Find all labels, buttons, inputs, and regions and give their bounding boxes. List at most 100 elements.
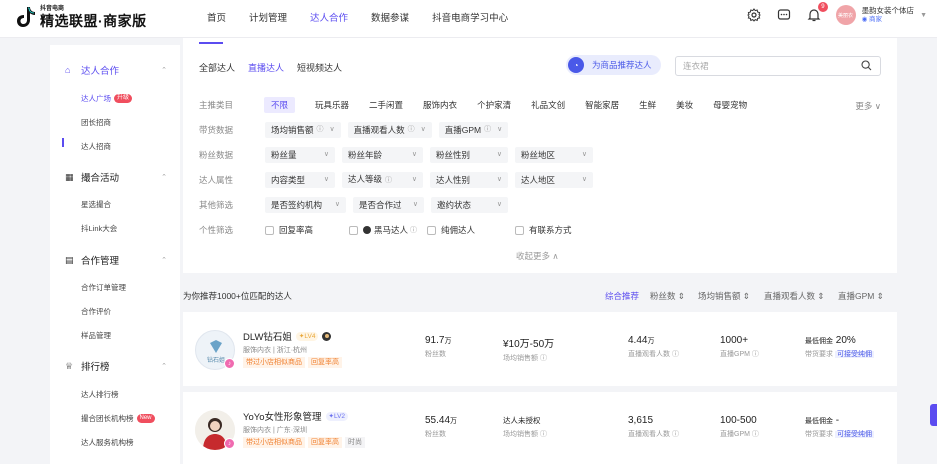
sidebar-group-cooperation-management[interactable]: ▤ 合作管理 ⌃ (65, 253, 167, 267)
stat-avg-sales: ¥10万-50万 场均销售额 ⓘ (503, 339, 555, 362)
sort-avg-sales[interactable]: 场均销售额 ⇕ (698, 290, 750, 302)
checkbox[interactable] (515, 225, 525, 235)
dark-horse-icon (322, 331, 332, 341)
dropdown-creator-gender[interactable]: 达人性别 ∨ (430, 172, 508, 188)
sidebar-group-creator-cooperation[interactable]: ⌂ 达人合作 ⌃ (65, 63, 167, 77)
chevron-down-icon: ∨ (412, 201, 418, 208)
sidebar-item-sample-management[interactable]: 样品管理 (81, 330, 111, 341)
chevron-down-icon: ∨ (420, 126, 426, 133)
sort-arrows-icon: ⇕ (742, 291, 751, 301)
dropdown-live-viewers[interactable]: 直播观看人数 ⓘ ∨ (347, 122, 432, 138)
dropdown-content-type[interactable]: 内容类型 ∨ (265, 172, 335, 188)
dropdown-signed-agency[interactable]: 是否签约机构 ∨ (265, 197, 346, 213)
tab-underline (199, 42, 223, 44)
sort-live-viewers[interactable]: 直播观看人数 ⇕ (764, 290, 825, 302)
dropdown-fans-gender[interactable]: 粉丝性别 ∨ (430, 147, 508, 163)
search-icon[interactable] (861, 60, 872, 71)
logo[interactable]: 抖音电商 精选联盟·商家版 (16, 6, 147, 28)
chevron-down-icon: ∨ (323, 151, 329, 158)
category-chip[interactable]: 不限 (264, 97, 296, 113)
checkbox[interactable] (265, 225, 274, 235)
collapse-filters-button[interactable]: 收起更多 ∧ (516, 250, 559, 262)
chevron-up-icon: ⌃ (161, 363, 167, 370)
chevron-down-icon: ∨ (334, 201, 340, 208)
nav-plan-management[interactable]: 计划管理 (249, 0, 287, 38)
notification-bell-icon[interactable]: 9 (806, 2, 828, 23)
recommend-for-product-button[interactable]: ◔ 为商品推荐达人 (566, 55, 661, 75)
sidebar-group-rankings[interactable]: ♕ 排行榜 ⌃ (65, 359, 167, 373)
category-chip[interactable]: 个护家清 (477, 97, 511, 113)
sidebar-item-leader-recruit[interactable]: 团长招商 (81, 117, 111, 128)
checkbox[interactable] (427, 225, 437, 235)
tab-live-creators[interactable]: 直播达人 (248, 61, 284, 74)
sort-live-gpm[interactable]: 直播GPM ⇕ (838, 290, 884, 302)
search-placeholder: 连衣裙 (683, 61, 709, 71)
nav-learning-center[interactable]: 抖音电商学习中心 (432, 0, 508, 38)
creator-name[interactable]: YoYo女性形象管理 ✦LV2 (243, 409, 349, 423)
message-icon[interactable] (776, 7, 792, 23)
nav-data-advisor[interactable]: 数据参谋 (371, 0, 409, 38)
sidebar-item-agency-ranking[interactable]: 达人服务机构榜 (81, 437, 134, 448)
category-filter-row: 主推类目 不限 玩具乐器 二手闲置 服饰内衣 个护家清 礼品文创 智能家居 生鲜… (199, 97, 767, 113)
dropdown-live-gpm[interactable]: 直播GPM ⓘ ∨ (438, 122, 509, 138)
checkbox[interactable] (349, 225, 359, 235)
nav-creator-cooperation[interactable]: 达人合作 (300, 0, 359, 45)
sidebar-item-creator-ranking[interactable]: 达人排行榜 (81, 389, 119, 400)
creator-card[interactable]: 钻石姐 ♪ DLW钻石姐 ✦LV4 服饰内衣 | 浙江·杭州 带过小店相似商品 … (183, 312, 897, 386)
dropdown-fans-count[interactable]: 粉丝量 ∨ (265, 147, 335, 163)
tab-all-creators[interactable]: 全部达人 (199, 61, 235, 74)
store-avatar[interactable]: 美丽衣 (835, 5, 856, 25)
dropdown-invite-status[interactable]: 邀约状态 ∨ (431, 197, 508, 213)
level-badge: ✦LV2 (325, 411, 349, 421)
category-chip[interactable]: 礼品文创 (531, 97, 565, 113)
category-chip[interactable]: 玩具乐器 (315, 97, 349, 113)
checkbox-label: 黑马达人 (374, 225, 409, 235)
sort-fans[interactable]: 粉丝数 ⇕ (650, 290, 685, 302)
category-chip[interactable]: 生鲜 (639, 97, 656, 113)
sidebar-item-creator-plaza[interactable]: 达人广场 升级 (81, 93, 133, 104)
dropdown-cooperated[interactable]: 是否合作过 ∨ (353, 197, 424, 213)
dropdown-fans-age[interactable]: 粉丝年龄 ∨ (342, 147, 423, 163)
sidebar-group-label: 达人合作 (81, 66, 120, 77)
tab-video-creators[interactable]: 短视频达人 (297, 61, 342, 74)
dropdown-fans-region[interactable]: 粉丝地区 ∨ (515, 147, 593, 163)
sidebar-group-matchmaking[interactable]: ▦ 撮合活动 ⌃ (65, 170, 167, 184)
checkbox-dark-horse[interactable]: 黑马达人 ⓘ (349, 224, 417, 236)
dropdown-label: 直播GPM (444, 125, 482, 135)
dropdown-creator-region[interactable]: 达人地区 ∨ (515, 172, 593, 188)
category-chip[interactable]: 美妆 (676, 97, 693, 113)
sidebar-item-creator-recruit[interactable]: 达人招商 (81, 141, 111, 152)
settings-icon[interactable] (746, 7, 762, 23)
sort-label: 直播GPM (838, 291, 875, 301)
creator-card[interactable]: ♪ YoYo女性形象管理 ✦LV2 服饰内衣 | 广东·深圳 带过小店相似商品 … (183, 392, 897, 464)
category-chip[interactable]: 服饰内衣 (423, 97, 457, 113)
checkbox-has-contact[interactable]: 有联系方式 (515, 224, 572, 236)
checkbox-high-reply[interactable]: 回复率高 (265, 224, 313, 236)
nav-home[interactable]: 首页 (207, 0, 226, 38)
search-input[interactable]: 连衣裙 (675, 56, 881, 76)
other-filter-row: 其他筛选 是否签约机构 ∨ 是否合作过 ∨ 邀约状态 ∨ (199, 197, 515, 213)
help-icon: ⓘ (484, 126, 492, 133)
sidebar-item-leader-ranking[interactable]: 撮合团长机构榜 New (81, 413, 155, 424)
category-chip[interactable]: 二手闲置 (369, 97, 403, 113)
filter-panel: 全部达人 直播达人 短视频达人 ◔ 为商品推荐达人 连衣裙 主推类目 不限 玩具… (183, 38, 897, 273)
creator-tag: 带过小店相似商品 (243, 357, 305, 368)
help-icon: ⓘ (316, 126, 324, 133)
category-chip[interactable]: 母婴宠物 (713, 97, 747, 113)
category-chip[interactable]: 智能家居 (585, 97, 619, 113)
sidebar-item-cooperation-reviews[interactable]: 合作评价 (81, 306, 111, 317)
grid-icon: ▦ (65, 172, 74, 182)
more-categories-button[interactable]: 更多 ∨ (855, 100, 881, 112)
sidebar-item-dou-link[interactable]: 抖Link大会 (81, 223, 117, 234)
store-switcher[interactable]: 墨韵女装个体店 ◉ 商家 (862, 7, 915, 23)
sidebar-item-star-match[interactable]: 星选撮合 (81, 199, 111, 210)
chevron-down-icon[interactable]: ▼ (920, 12, 927, 19)
sort-recommended[interactable]: 综合推荐 (605, 290, 639, 302)
sort-arrows-icon: ⇕ (817, 291, 825, 301)
checkbox-pure-commission[interactable]: 纯佣达人 (427, 224, 475, 236)
dropdown-creator-level[interactable]: 达人等级 ⓘ ∨ (342, 172, 423, 188)
sidebar-item-cooperation-orders[interactable]: 合作订单管理 (81, 282, 126, 293)
floating-side-tab[interactable] (930, 404, 937, 426)
dropdown-avg-sales[interactable]: 场均销售额 ⓘ ∨ (265, 122, 341, 138)
creator-name[interactable]: DLW钻石姐 ✦LV4 (243, 329, 332, 343)
